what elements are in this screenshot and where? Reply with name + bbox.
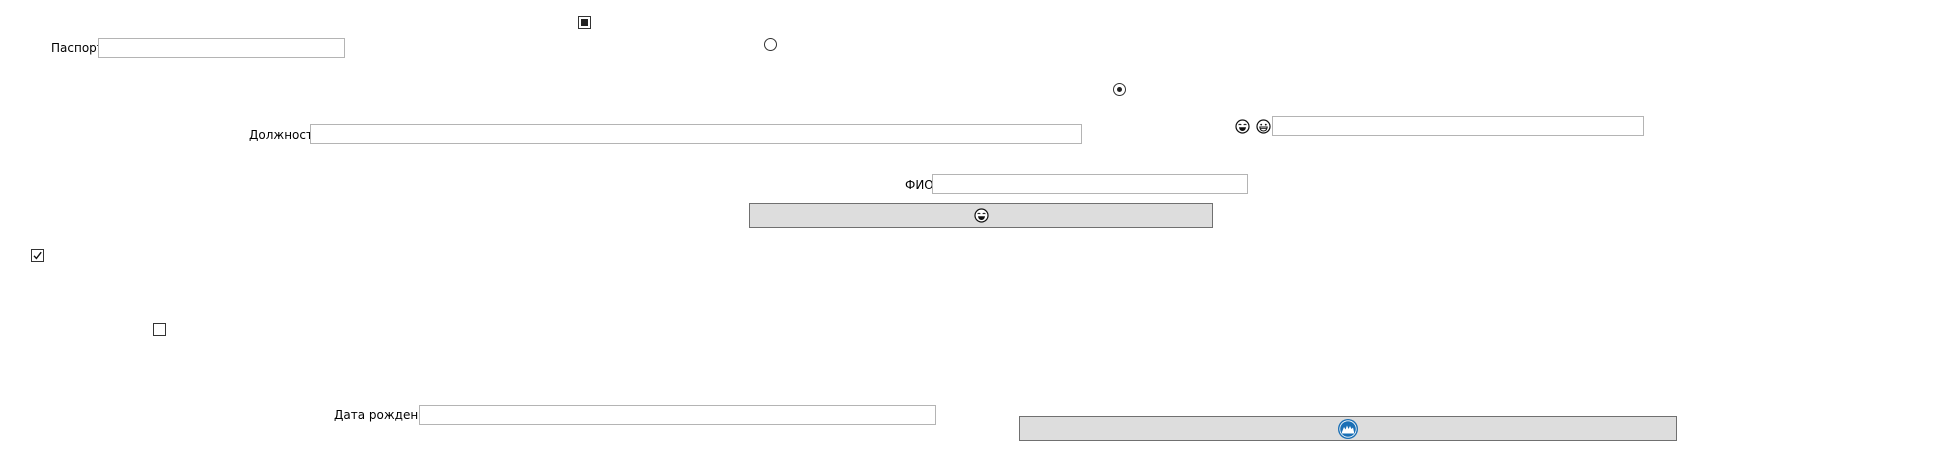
passport-input[interactable] — [98, 38, 345, 58]
checkbox-unchecked[interactable] — [153, 323, 166, 336]
fio-input[interactable] — [932, 174, 1248, 194]
fio-label: ФИО — [905, 178, 934, 192]
checkbox-indeterminate[interactable] — [578, 16, 591, 29]
passport-label: Паспорт — [51, 41, 104, 55]
checkmark-icon — [33, 251, 42, 260]
checkbox-checked[interactable] — [31, 249, 44, 262]
indeterminate-mark — [581, 19, 588, 26]
birthdate-input[interactable] — [419, 405, 936, 425]
laughing-face-icon — [973, 208, 989, 223]
laughing-face-icon — [1235, 119, 1250, 134]
radio-dot — [1117, 87, 1122, 92]
form-canvas: Паспорт Должность ФИО Дата рождения — [0, 0, 1957, 455]
radio-unchecked[interactable] — [764, 38, 777, 51]
emoji-field-input[interactable] — [1272, 116, 1644, 136]
grinning-face-icon — [1256, 119, 1271, 134]
position-input[interactable] — [310, 124, 1082, 144]
radio-checked[interactable] — [1113, 83, 1126, 96]
badge-button[interactable] — [1019, 416, 1677, 441]
crowd-badge-icon — [1337, 418, 1359, 440]
emoji-button[interactable] — [749, 203, 1213, 228]
